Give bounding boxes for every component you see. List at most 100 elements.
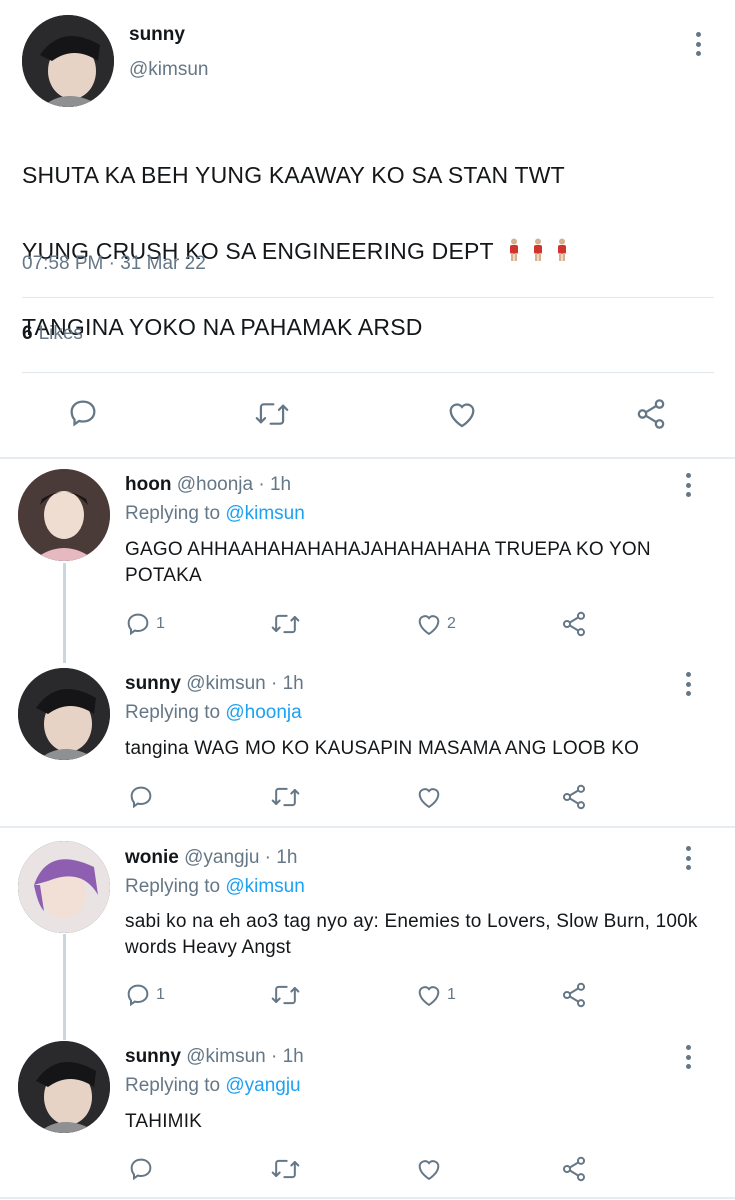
section-divider [0, 826, 735, 828]
share-button[interactable] [560, 783, 588, 811]
mention-link[interactable]: @yangju [225, 1075, 300, 1096]
share-button[interactable] [560, 610, 588, 638]
replying-label: Replying to [125, 1075, 221, 1096]
share-icon [637, 399, 665, 429]
avatar[interactable] [18, 469, 110, 561]
avatar[interactable] [18, 841, 110, 933]
retweet-button[interactable] [270, 1155, 305, 1183]
man-standing-icon [509, 238, 518, 261]
reply-button[interactable] [127, 783, 159, 811]
reply-icon [70, 400, 96, 427]
author-name[interactable]: wonie [125, 847, 179, 868]
replying-to: Replying to @kimsun [125, 503, 305, 525]
tweet-text-line: SHUTA KA BEH YUNG KAAWAY KO SA STAN TWT [22, 162, 565, 188]
like-icon [418, 615, 440, 636]
author-handle[interactable]: @kimsun [129, 59, 208, 81]
reply-header: sunny @kimsun · 1h [125, 1046, 304, 1068]
retweet-icon [271, 787, 300, 807]
replying-label: Replying to [125, 876, 221, 897]
like-count: 1 [447, 986, 456, 1003]
retweet-button[interactable] [270, 981, 305, 1009]
avatar[interactable] [18, 668, 110, 760]
share-icon [562, 611, 586, 637]
like-button[interactable]: 2 [415, 610, 456, 638]
author-name[interactable]: sunny [125, 673, 181, 694]
avatar[interactable] [22, 15, 114, 107]
more-options-icon[interactable] [678, 471, 698, 499]
likes-stat[interactable]: 6 Likes [22, 323, 83, 345]
more-options-icon[interactable] [678, 670, 698, 698]
reply-text: TAHIMIK [125, 1111, 203, 1132]
replying-to: Replying to @hoonja [125, 702, 302, 724]
like-icon [418, 788, 440, 809]
more-options-icon[interactable] [678, 844, 698, 872]
share-icon [562, 982, 586, 1008]
more-options-icon[interactable] [678, 1043, 698, 1071]
divider [22, 372, 714, 373]
like-button[interactable]: 1 [415, 981, 456, 1009]
author-name[interactable]: hoon [125, 474, 171, 495]
like-button[interactable] [415, 1155, 447, 1183]
retweet-icon [255, 403, 289, 425]
tweet-text: SHUTA KA BEH YUNG KAAWAY KO SA STAN TWT … [22, 118, 712, 384]
divider [22, 297, 714, 298]
like-button[interactable] [415, 783, 447, 811]
author-handle[interactable]: @hoonja · 1h [177, 474, 291, 495]
reply-count: 1 [156, 615, 165, 632]
likes-count: 6 [22, 323, 33, 344]
reply-count: 1 [156, 986, 165, 1003]
reply-text: GAGO AHHAAHAHAHAHAJAHAHAHAHA TRUEPA KO Y… [125, 539, 651, 586]
replying-label: Replying to [125, 702, 221, 723]
mention-link[interactable]: @kimsun [225, 503, 304, 524]
share-icon [562, 784, 586, 810]
section-divider [0, 1197, 735, 1199]
like-icon [449, 403, 475, 428]
reply-button[interactable]: 1 [124, 981, 165, 1009]
reply-button[interactable] [66, 396, 100, 430]
section-divider [0, 457, 735, 459]
retweet-icon [271, 1159, 300, 1179]
reply-icon [130, 1158, 152, 1181]
more-options-icon[interactable] [688, 30, 708, 58]
avatar[interactable] [18, 1041, 110, 1133]
man-standing-icon [533, 238, 542, 261]
share-button[interactable] [560, 981, 588, 1009]
author-handle[interactable]: @kimsun · 1h [186, 673, 304, 694]
author-name[interactable]: sunny [129, 24, 185, 46]
like-icon [418, 986, 440, 1007]
author-name[interactable]: sunny [125, 1046, 181, 1067]
retweet-button[interactable] [254, 397, 290, 431]
reply-header: sunny @kimsun · 1h [125, 673, 304, 695]
share-button[interactable] [560, 1155, 588, 1183]
replying-label: Replying to [125, 503, 221, 524]
share-icon [562, 1156, 586, 1182]
reply-icon [130, 786, 152, 809]
mention-link[interactable]: @hoonja [225, 702, 301, 723]
author-handle[interactable]: @yangju · 1h [184, 847, 297, 868]
share-button[interactable] [634, 397, 668, 431]
retweet-icon [271, 985, 300, 1005]
reply-text: sabi ko na eh ao3 tag nyo ay: Enemies to… [125, 911, 698, 958]
man-standing-icon [557, 238, 566, 261]
reply-icon [127, 613, 149, 636]
like-icon [418, 1160, 440, 1181]
reply-header: wonie @yangju · 1h [125, 847, 297, 869]
like-button[interactable] [445, 397, 479, 431]
retweet-button[interactable] [270, 783, 305, 811]
reply-button[interactable] [127, 1155, 159, 1183]
tweet-thread: sunny @kimsun SHUTA KA BEH YUNG KAAWAY K… [0, 0, 735, 1200]
reply-button[interactable]: 1 [124, 610, 165, 638]
reply-text: tangina WAG MO KO KAUSAPIN MASAMA ANG LO… [125, 738, 640, 759]
replying-to: Replying to @yangju [125, 1075, 301, 1097]
author-handle[interactable]: @kimsun · 1h [186, 1046, 304, 1067]
thread-line [63, 934, 66, 1040]
likes-label: Likes [38, 323, 83, 344]
tweet-text-line: TANGINA YOKO NA PAHAMAK ARSD [22, 314, 423, 340]
reply-icon [127, 984, 149, 1007]
mention-link[interactable]: @kimsun [225, 876, 304, 897]
thread-line [63, 563, 66, 663]
replying-to: Replying to @kimsun [125, 876, 305, 898]
retweet-button[interactable] [270, 610, 305, 638]
tweet-timestamp[interactable]: 07:58 PM · 31 Mar 22 [22, 253, 206, 275]
like-count: 2 [447, 615, 456, 632]
